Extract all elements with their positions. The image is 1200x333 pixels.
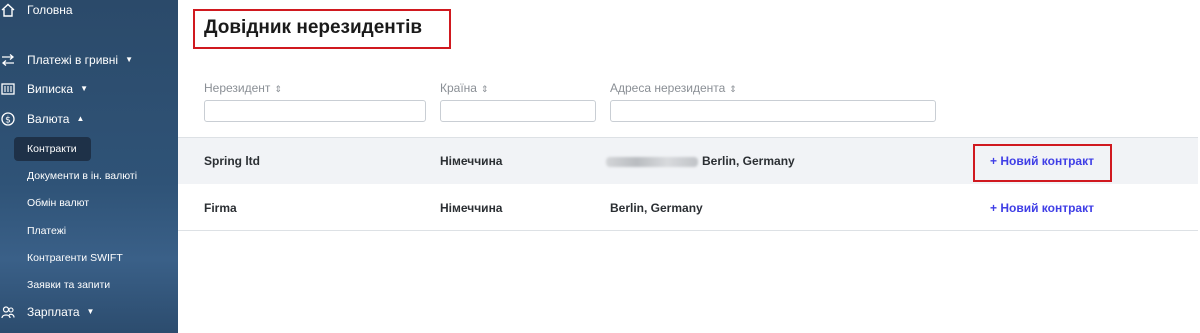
column-header-label: Нерезидент: [204, 81, 271, 95]
sidebar-subitem-payments[interactable]: Платежі: [27, 225, 66, 237]
caret-down-icon: ▼: [86, 307, 95, 316]
sort-icon[interactable]: ⇕: [729, 84, 737, 94]
action-highlight: [973, 144, 1112, 182]
sidebar-item-label: Головна: [27, 3, 73, 17]
column-header-label: Адреса нерезидента: [610, 81, 726, 95]
cell-address: Berlin, Germany: [606, 154, 795, 168]
new-contract-link[interactable]: + Новий контракт: [990, 201, 1094, 215]
filter-country-input[interactable]: [440, 100, 596, 122]
sort-icon[interactable]: ⇕: [481, 84, 489, 94]
sidebar-subitem-contracts[interactable]: Контракти: [14, 137, 91, 161]
sidebar-item-currency[interactable]: $ Валюта ▲: [0, 112, 84, 126]
sidebar-item-salary[interactable]: Зарплата ▼: [0, 305, 94, 319]
sidebar: Головна Платежі в гривні ▼ Виписка ▼ $ В…: [0, 0, 178, 333]
caret-up-icon: ▲: [76, 114, 85, 123]
page-title: Довідник нерезидентів: [204, 17, 423, 38]
sidebar-item-payments-uah[interactable]: Платежі в гривні ▼: [0, 53, 133, 67]
statement-icon: [1, 82, 15, 96]
sidebar-subitem-exchange[interactable]: Обмін валют: [27, 197, 89, 209]
cell-address: Berlin, Germany: [610, 201, 703, 215]
cell-nonresident: Spring ltd: [204, 154, 260, 168]
sidebar-subitem-fx-documents[interactable]: Документи в ін. валюті: [27, 170, 137, 182]
svg-text:$: $: [5, 115, 11, 125]
column-header-country[interactable]: Країна ⇕: [440, 81, 489, 95]
sidebar-item-label: Платежі в гривні: [27, 53, 119, 67]
cell-country: Німеччина: [440, 154, 503, 168]
sidebar-item-label: Виписка: [27, 82, 74, 96]
cell-country: Німеччина: [440, 201, 503, 215]
caret-down-icon: ▼: [80, 84, 89, 93]
column-header-address[interactable]: Адреса нерезидента ⇕: [610, 81, 737, 95]
table-row[interactable]: Firma Німеччина Berlin, Germany + Новий …: [178, 184, 1198, 231]
sidebar-item-label: Валюта: [27, 112, 70, 126]
caret-down-icon: ▼: [125, 55, 134, 64]
sidebar-item-label: Зарплата: [27, 305, 80, 319]
sidebar-subitem-swift[interactable]: Контрагенти SWIFT: [27, 252, 123, 264]
sidebar-item-home[interactable]: Головна: [0, 3, 73, 17]
sidebar-subitem-requests[interactable]: Заявки та запити: [27, 279, 110, 291]
sidebar-item-statement[interactable]: Виписка ▼: [0, 82, 88, 96]
people-icon: [1, 305, 15, 319]
home-icon: [1, 3, 15, 17]
address-text: Berlin, Germany: [702, 154, 795, 168]
redacted-text: [606, 156, 698, 167]
filter-address-input[interactable]: [610, 100, 936, 122]
column-header-nonresident[interactable]: Нерезидент ⇕: [204, 81, 282, 95]
cell-nonresident: Firma: [204, 201, 237, 215]
filter-nonresident-input[interactable]: [204, 100, 426, 122]
transfer-icon: [1, 53, 15, 67]
dollar-icon: $: [1, 112, 15, 126]
column-header-label: Країна: [440, 81, 477, 95]
sort-icon[interactable]: ⇕: [274, 84, 282, 94]
